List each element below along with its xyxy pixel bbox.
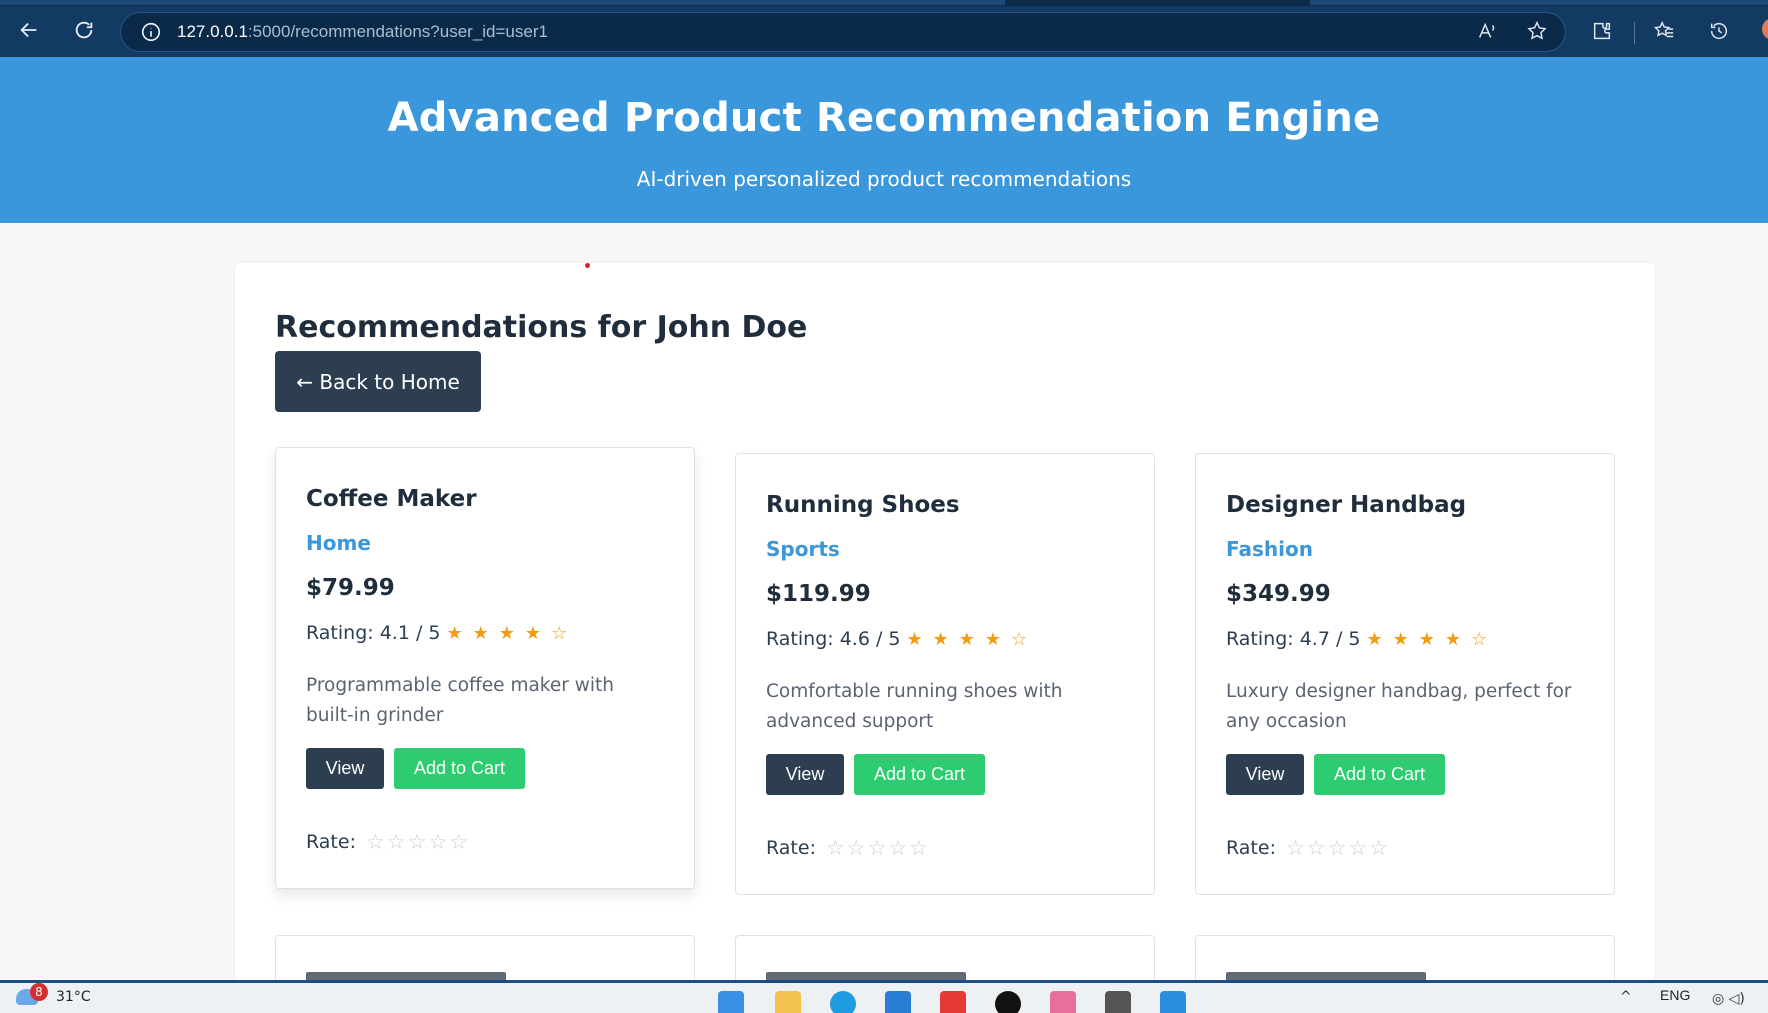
network-volume-icon[interactable]: ◎ ◁) xyxy=(1712,991,1745,1007)
rate-star-icon[interactable]: ☆ xyxy=(909,836,928,860)
product-name: Coffee Maker xyxy=(306,486,477,512)
page-title: Advanced Product Recommendation Engine xyxy=(387,95,1381,141)
product-price: $119.99 xyxy=(766,581,871,607)
rate-widget: Rate: ☆ ☆ ☆ ☆ ☆ xyxy=(306,830,468,854)
refresh-icon[interactable] xyxy=(68,14,100,46)
file-explorer-icon[interactable] xyxy=(775,991,801,1013)
rate-star-icon[interactable]: ☆ xyxy=(826,836,845,860)
product-name: Running Shoes xyxy=(766,492,960,518)
start-icon[interactable] xyxy=(718,991,744,1013)
product-rating: Rating: 4.6 / 5 ★★★★☆ xyxy=(766,628,1037,650)
product-card: Running Shoes Sports $119.99 Rating: 4.6… xyxy=(735,453,1155,895)
rate-star-icon[interactable]: ☆ xyxy=(449,830,468,854)
product-description: Luxury designer handbag, perfect for any… xyxy=(1226,681,1572,732)
product-rating: Rating: 4.7 / 5 ★★★★☆ xyxy=(1226,628,1497,650)
weather-cloud-icon: 8 xyxy=(16,983,48,1005)
tab-strip xyxy=(0,0,1768,6)
rate-star-icon[interactable]: ☆ xyxy=(847,836,866,860)
rate-star-icon[interactable]: ☆ xyxy=(1369,836,1388,860)
rating-stars-icon: ★★★★☆ xyxy=(1366,628,1498,650)
tab[interactable] xyxy=(0,0,1005,5)
extensions-icon[interactable] xyxy=(1589,18,1615,44)
product-name: Designer Handbag xyxy=(1226,492,1467,518)
notification-badge: 8 xyxy=(30,983,48,1001)
favorites-icon[interactable] xyxy=(1651,18,1677,44)
temperature: 31°C xyxy=(56,989,91,1005)
page-header: Advanced Product Recommendation Engine A… xyxy=(0,57,1768,223)
product-rating: Rating: 4.1 / 5 ★★★★☆ xyxy=(306,622,577,644)
weather-widget[interactable]: 8 31°C xyxy=(16,983,91,1005)
rating-stars-icon: ★★★★☆ xyxy=(906,628,1038,650)
toolbar-divider xyxy=(1634,22,1635,44)
rating-stars-icon: ★★★★☆ xyxy=(446,622,578,644)
edge-browser-icon[interactable] xyxy=(830,991,856,1013)
product-category: Sports xyxy=(766,537,840,561)
chatgpt-icon[interactable] xyxy=(995,991,1021,1013)
rate-star-icon[interactable]: ☆ xyxy=(408,830,427,854)
rate-label: Rate: xyxy=(1226,837,1276,859)
add-to-cart-button[interactable]: Add to Cart xyxy=(394,748,525,789)
product-description: Programmable coffee maker with built-in … xyxy=(306,675,614,726)
rate-star-icon[interactable]: ☆ xyxy=(366,830,385,854)
site-info-icon[interactable] xyxy=(139,20,163,44)
cursor-dot xyxy=(585,263,590,268)
language-indicator[interactable]: ENG xyxy=(1660,987,1690,1003)
rate-star-icon[interactable]: ☆ xyxy=(1348,836,1367,860)
back-arrow-icon[interactable] xyxy=(13,14,45,46)
rate-widget: Rate: ☆ ☆ ☆ ☆ ☆ xyxy=(1226,836,1388,860)
rate-star-icon[interactable]: ☆ xyxy=(387,830,406,854)
product-card: Coffee Maker Home $79.99 Rating: 4.1 / 5… xyxy=(275,447,695,889)
rate-star-icon[interactable]: ☆ xyxy=(888,836,907,860)
product-card: Designer Handbag Fashion $349.99 Rating:… xyxy=(1195,453,1615,895)
store-icon[interactable] xyxy=(885,991,911,1013)
product-category: Fashion xyxy=(1226,537,1313,561)
rate-star-icon[interactable]: ☆ xyxy=(428,830,447,854)
view-button[interactable]: View xyxy=(1226,754,1304,795)
rate-star-icon[interactable]: ☆ xyxy=(1328,836,1347,860)
rate-label: Rate: xyxy=(766,837,816,859)
rating-text: Rating: 4.7 / 5 xyxy=(1226,628,1361,650)
history-icon[interactable] xyxy=(1706,18,1732,44)
rate-widget: Rate: ☆ ☆ ☆ ☆ ☆ xyxy=(766,836,928,860)
product-price: $79.99 xyxy=(306,575,395,601)
favorite-star-icon[interactable] xyxy=(1524,18,1550,44)
back-to-home-button[interactable]: ← Back to Home xyxy=(275,351,481,412)
recommendations-heading: Recommendations for John Doe xyxy=(275,310,808,345)
tab[interactable] xyxy=(1310,0,1768,5)
app-icon[interactable] xyxy=(1050,991,1076,1013)
address-bar[interactable]: 127.0.0.1:5000/recommendations?user_id=u… xyxy=(120,12,1566,52)
rate-label: Rate: xyxy=(306,831,356,853)
rating-text: Rating: 4.1 / 5 xyxy=(306,622,441,644)
page-subtitle: AI-driven personalized product recommend… xyxy=(636,167,1132,191)
rating-text: Rating: 4.6 / 5 xyxy=(766,628,901,650)
view-button[interactable]: View xyxy=(766,754,844,795)
product-price: $349.99 xyxy=(1226,581,1331,607)
view-button[interactable]: View xyxy=(306,748,384,789)
product-description: Comfortable running shoes with advanced … xyxy=(766,681,1063,732)
product-category: Home xyxy=(306,531,371,555)
url-text[interactable]: 127.0.0.1:5000/recommendations?user_id=u… xyxy=(177,22,548,42)
add-to-cart-button[interactable]: Add to Cart xyxy=(1314,754,1445,795)
read-aloud-icon[interactable] xyxy=(1474,18,1500,44)
vscode-icon[interactable] xyxy=(1160,991,1186,1013)
youtube-icon[interactable] xyxy=(940,991,966,1013)
browser-toolbar: 127.0.0.1:5000/recommendations?user_id=u… xyxy=(0,0,1768,57)
profile-avatar[interactable] xyxy=(1762,18,1768,40)
terminal-icon[interactable] xyxy=(1105,991,1131,1013)
rate-star-icon[interactable]: ☆ xyxy=(1286,836,1305,860)
os-taskbar: 8 31°C ^ ENG ◎ ◁) xyxy=(0,980,1768,1013)
tray-chevron-up-icon[interactable]: ^ xyxy=(1620,989,1632,1005)
add-to-cart-button[interactable]: Add to Cart xyxy=(854,754,985,795)
rate-star-icon[interactable]: ☆ xyxy=(1307,836,1326,860)
rate-star-icon[interactable]: ☆ xyxy=(868,836,887,860)
